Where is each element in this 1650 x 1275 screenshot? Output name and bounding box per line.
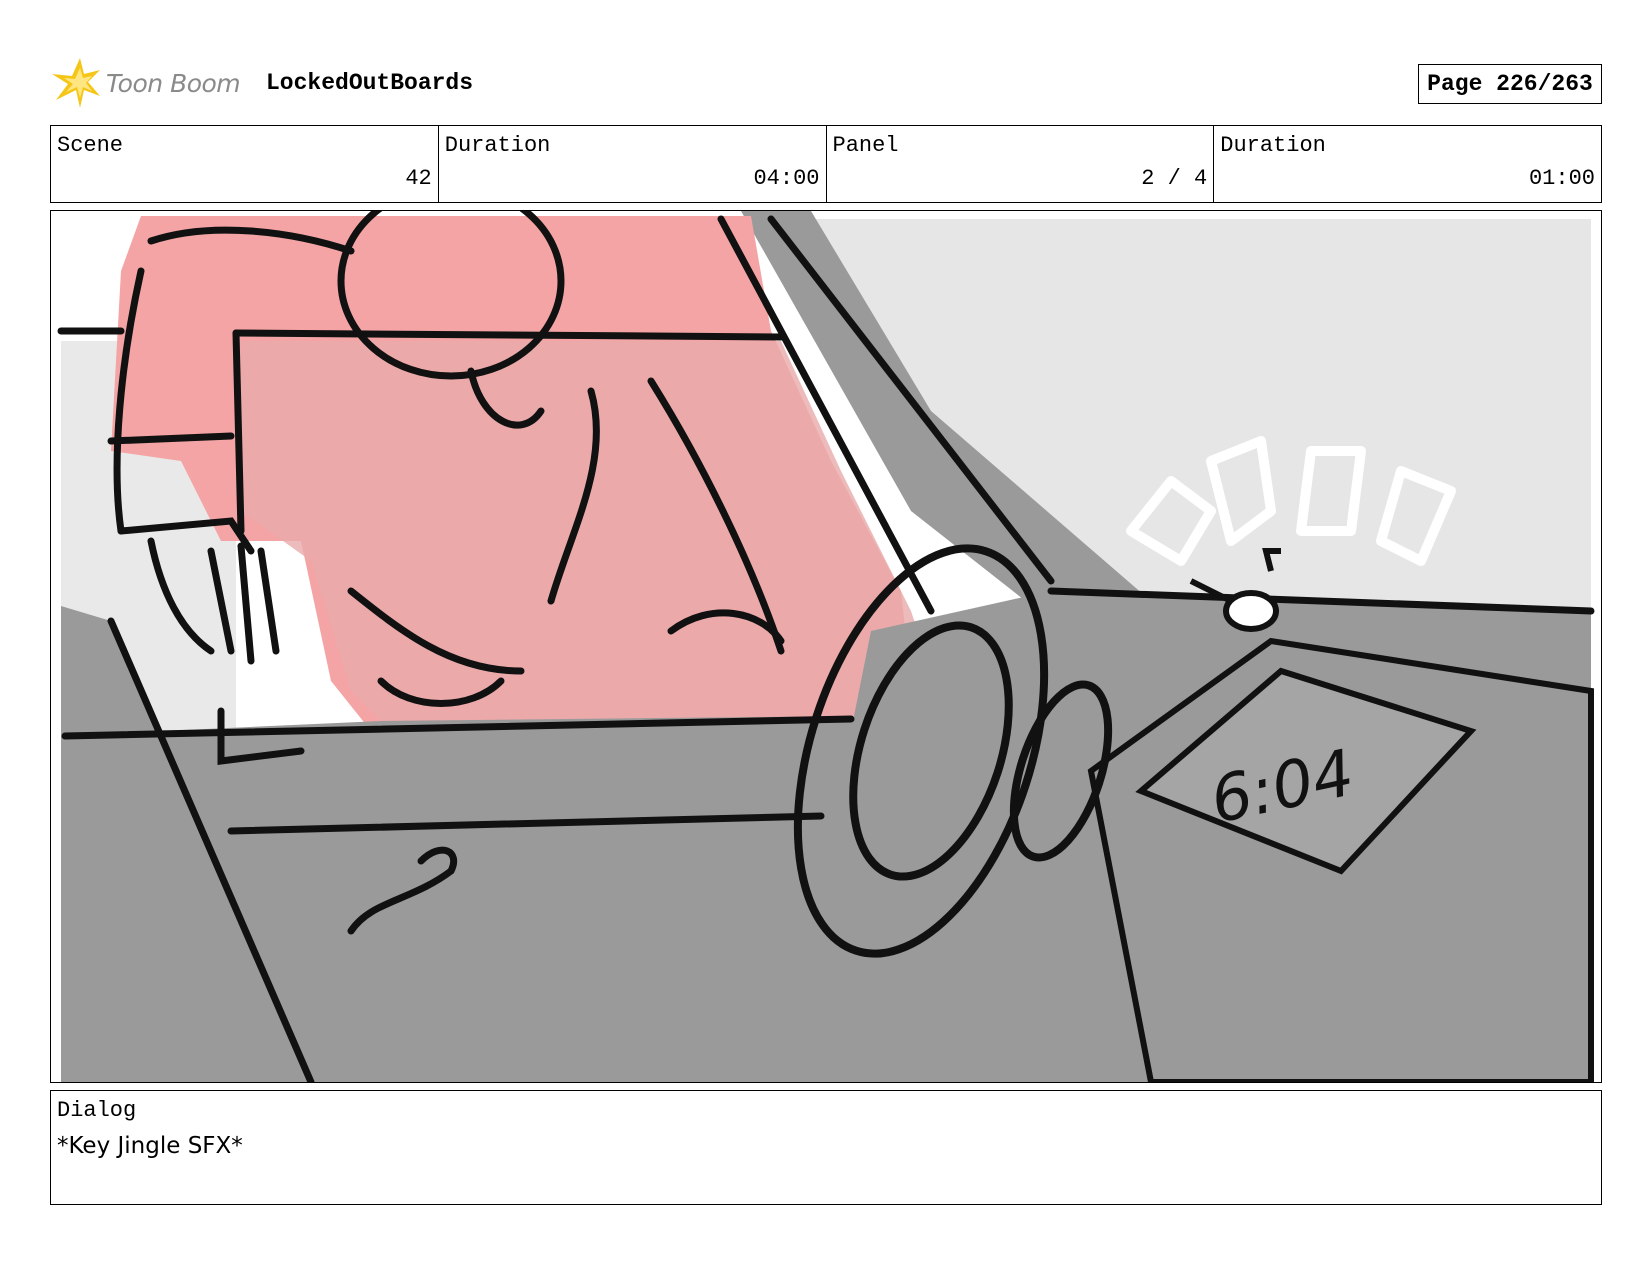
panel-drawing: 6:04 <box>51 211 1601 1082</box>
brand-name: Toon Boom <box>106 68 241 98</box>
panel-duration-label: Duration <box>1220 133 1326 158</box>
panel-value: 2 / 4 <box>1141 166 1208 191</box>
page-indicator: Page 226/263 <box>1418 64 1602 104</box>
storyboard-panel: 6:04 <box>50 210 1602 1083</box>
panel-duration-cell: Duration 01:00 <box>1214 126 1601 202</box>
scene-duration-cell: Duration 04:00 <box>439 126 827 202</box>
panel-label: Panel <box>832 133 899 158</box>
panel-cell: Panel 2 / 4 <box>827 126 1215 202</box>
scene-cell: Scene 42 <box>51 126 439 202</box>
dialog-label: Dialog <box>57 1098 137 1123</box>
project-title: LockedOutBoards <box>266 70 474 96</box>
panel-duration-value: 01:00 <box>1528 166 1595 191</box>
panel-info-row: Scene 42 Duration 04:00 Panel 2 / 4 Dura… <box>50 125 1602 203</box>
scene-value: 42 <box>405 166 432 191</box>
toon-boom-logo: Toon Boom <box>52 56 241 110</box>
dialog-text: *Key Jingle SFX* <box>57 1133 243 1159</box>
scene-duration-label: Duration <box>444 133 551 158</box>
dialog-box: Dialog *Key Jingle SFX* <box>50 1090 1602 1205</box>
starburst-icon <box>52 58 100 108</box>
scene-duration-value: 04:00 <box>753 166 820 191</box>
scene-label: Scene <box>57 133 124 158</box>
